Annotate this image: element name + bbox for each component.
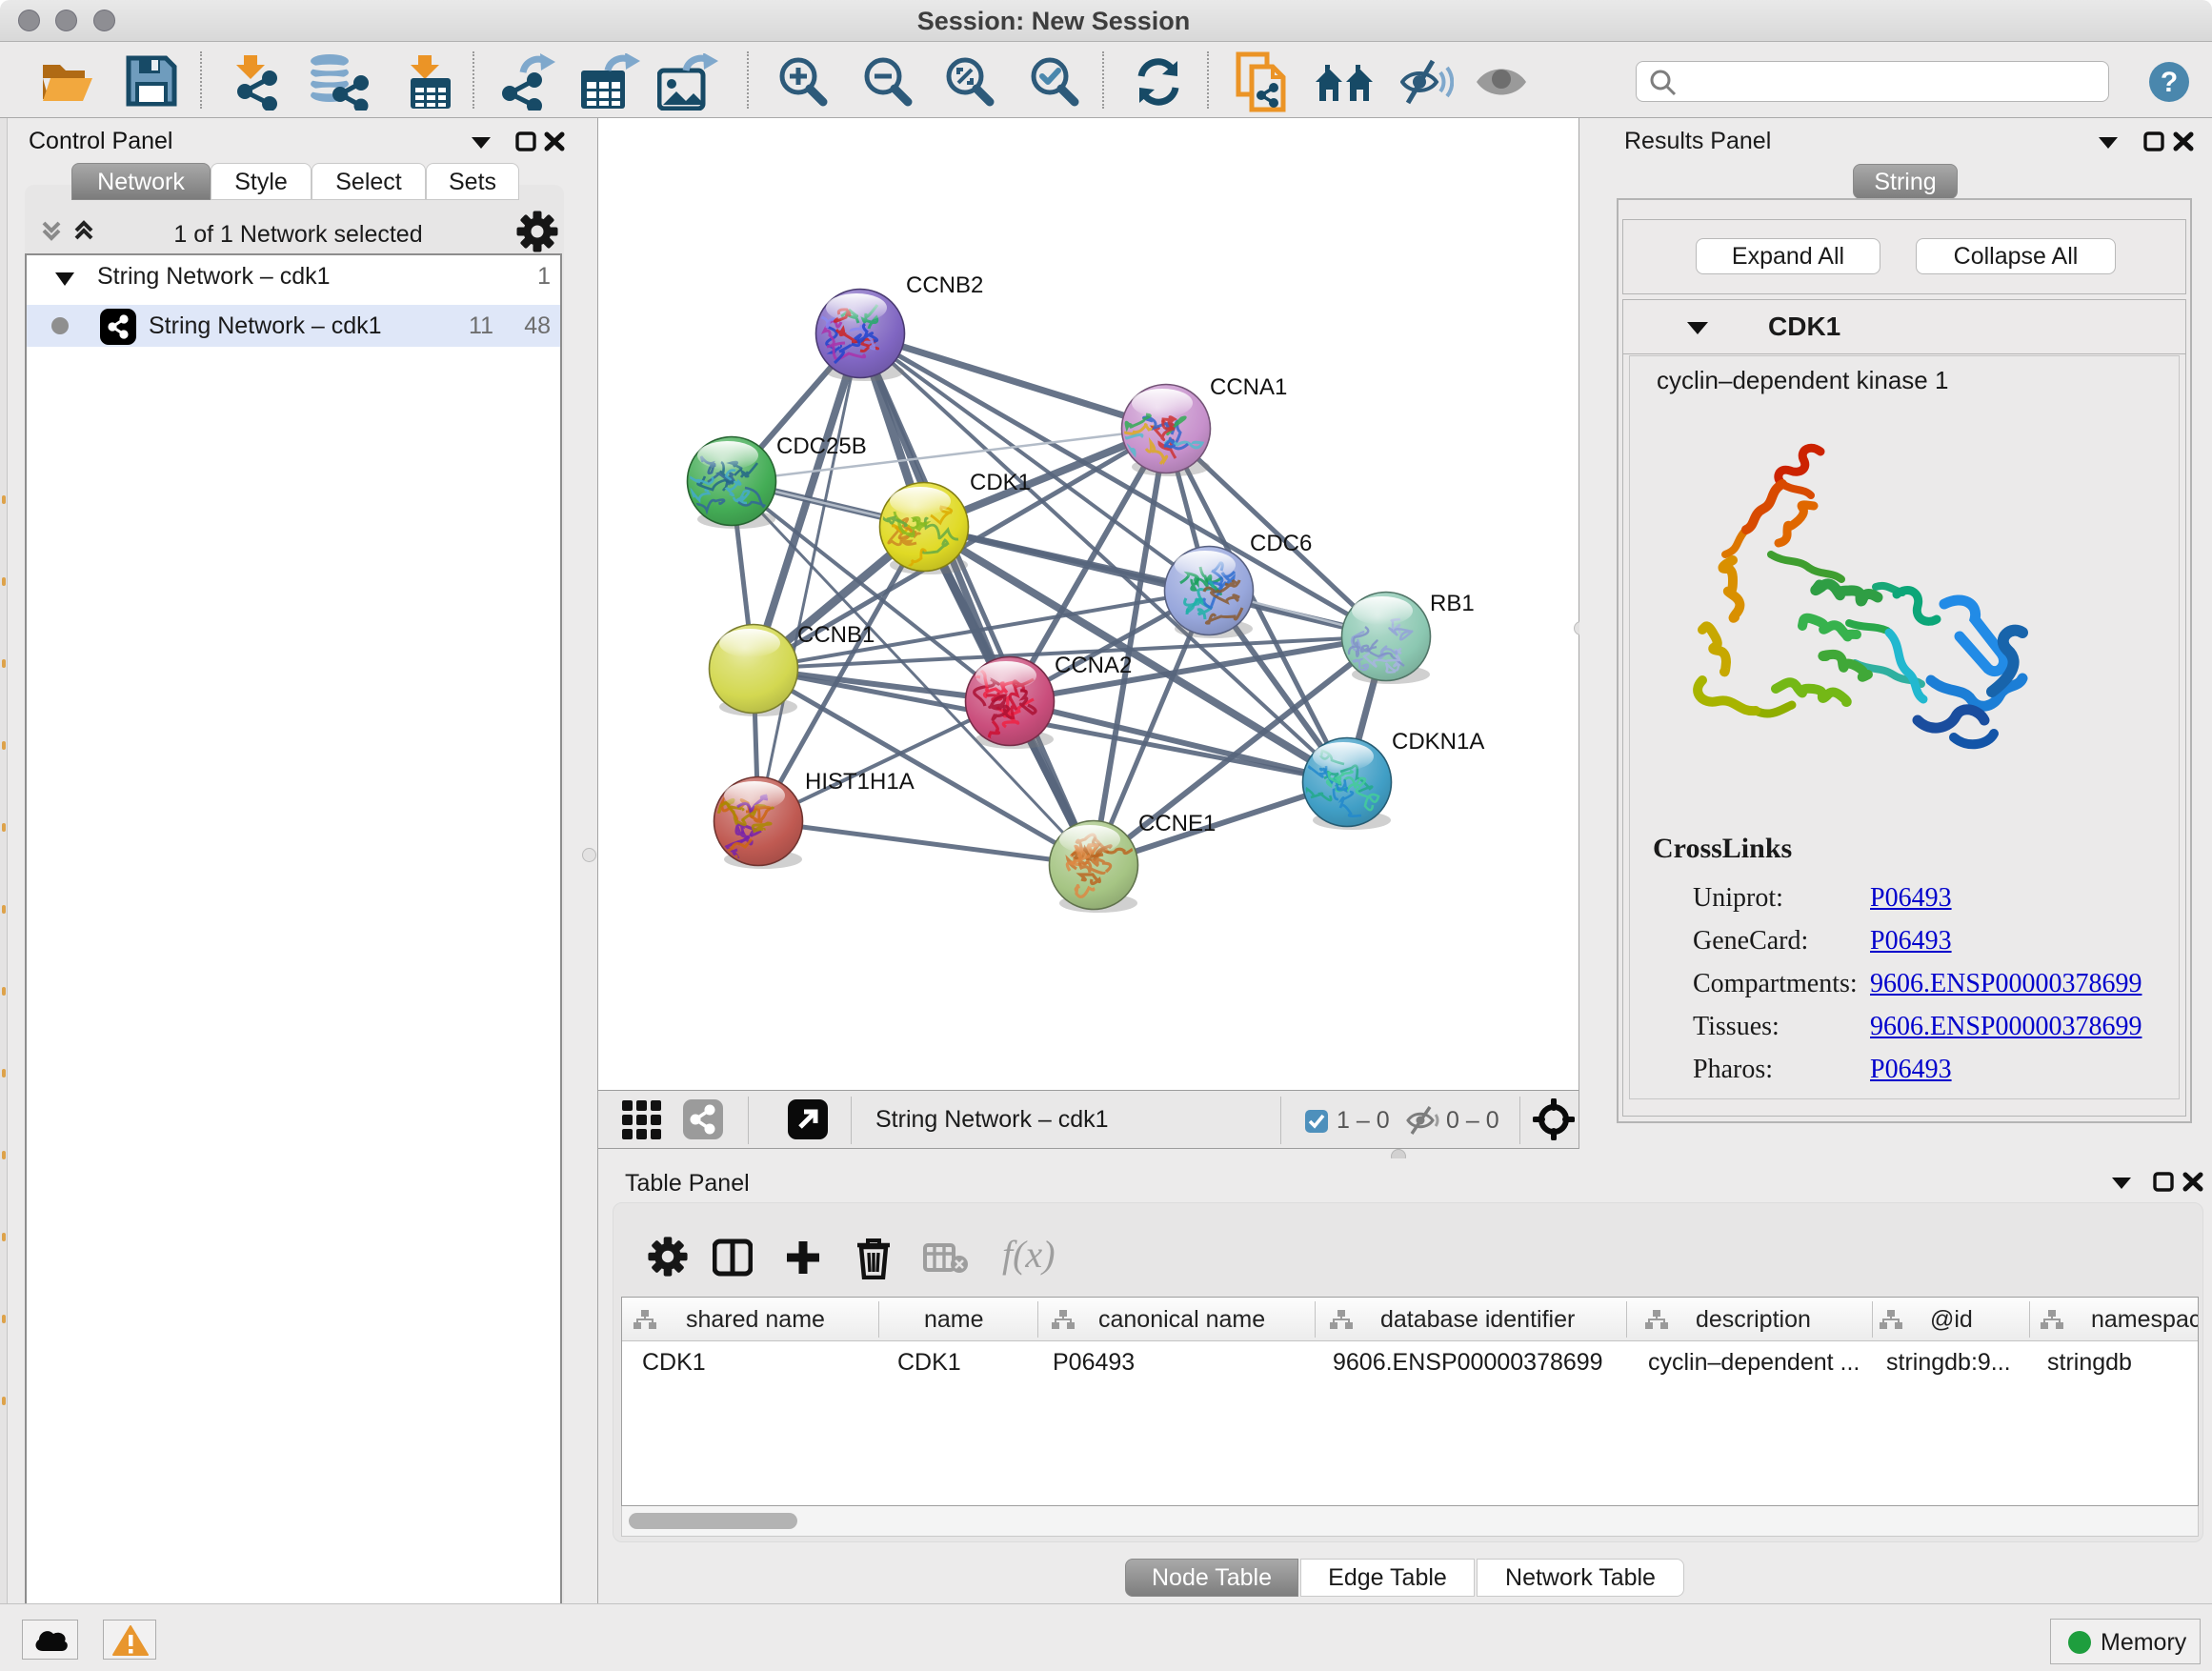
svg-text:CCNA2: CCNA2 (1055, 653, 1132, 678)
svg-text:CDKN1A: CDKN1A (1392, 729, 1484, 755)
svg-text:CDK1: CDK1 (970, 470, 1031, 495)
svg-text:RB1: RB1 (1430, 591, 1475, 616)
svg-text:CCNB1: CCNB1 (797, 622, 875, 648)
svg-text:?: ? (2161, 67, 2178, 98)
svg-text:HIST1H1A: HIST1H1A (805, 769, 915, 795)
svg-text:CDC25B: CDC25B (776, 433, 867, 459)
svg-text:CCNB2: CCNB2 (906, 272, 983, 298)
svg-text:CDC6: CDC6 (1250, 531, 1312, 556)
svg-text:CCNE1: CCNE1 (1138, 811, 1216, 836)
svg-text:CCNA1: CCNA1 (1210, 374, 1287, 400)
